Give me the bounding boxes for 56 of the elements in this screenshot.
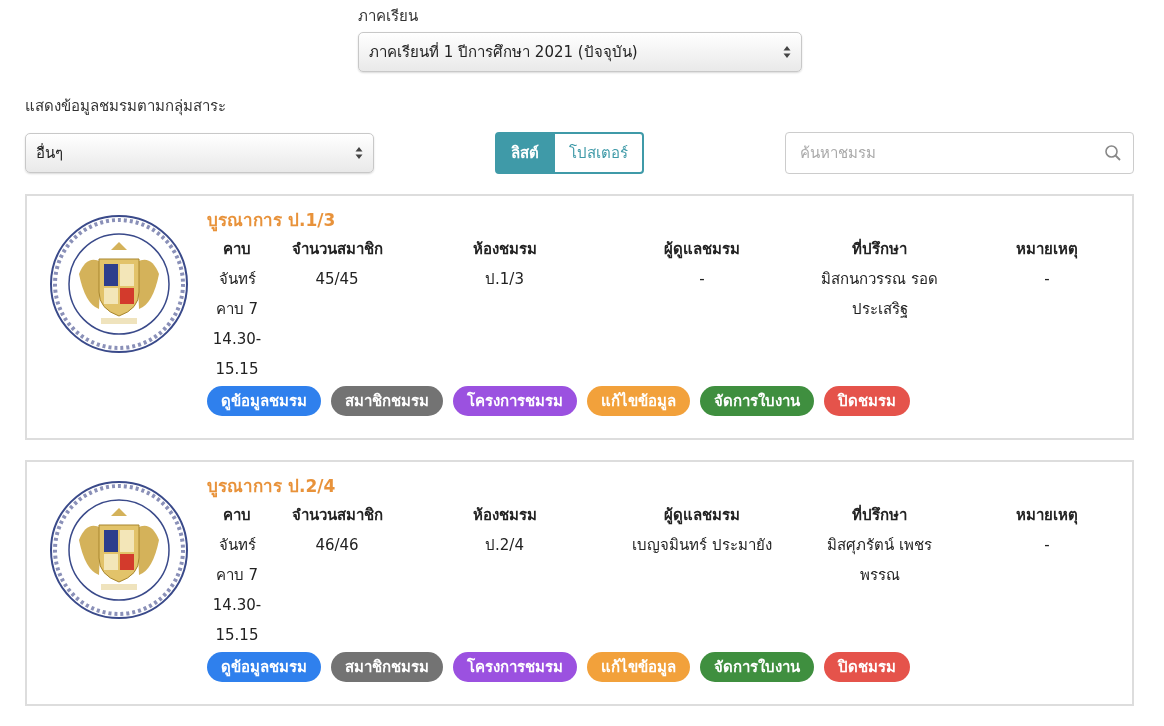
table-cell-text: - [1044, 535, 1050, 556]
action-button[interactable]: ปิดชมรม [824, 652, 910, 682]
action-button[interactable]: โครงการชมรม [453, 386, 577, 416]
table-cell-text: ป.2/4 [485, 535, 524, 556]
club-title: บูรณาการ ป.2/4 [207, 475, 337, 500]
column-header: หมายเหตุ [1016, 239, 1078, 261]
filter-label: แสดงข้อมูลชมรมตามกลุ่มสาระ [25, 96, 227, 118]
table-cell-text: มิสศุภรัตน์ เพชร [827, 535, 932, 557]
subject-group-select[interactable]: อื่นๆ [25, 133, 374, 173]
club-title: บูรณาการ ป.1/3 [207, 209, 337, 234]
table-cell-text: จันทร์ [218, 269, 256, 290]
action-button[interactable]: จัดการใบงาน [700, 652, 814, 682]
column-header: ผู้ดูแลชมรม [664, 239, 740, 261]
action-button[interactable]: จัดการใบงาน [700, 386, 814, 416]
table-cell-text: 14.30- [212, 595, 262, 616]
semester-label: ภาคเรียน [358, 6, 419, 27]
table-cell-text: - [699, 269, 705, 290]
table-cell-text: 46/46 [315, 535, 359, 556]
column-header: ที่ปรึกษา [852, 503, 907, 526]
search-field[interactable]: ค้นหาชมรม [785, 132, 1134, 174]
dropdown-caret-icon [783, 45, 791, 59]
column-header: ที่ปรึกษา [852, 237, 907, 260]
table-cell-text: 15.15 [215, 625, 259, 646]
table-cell-text: พรรณ [859, 565, 900, 586]
view-toggle-button[interactable]: ลิสต์ [495, 132, 555, 174]
action-button[interactable]: แก้ไขข้อมูล [587, 386, 690, 416]
table-cell-text: คาบ 7 [215, 299, 259, 320]
column-header: ผู้ดูแลชมรม [664, 505, 740, 527]
dropdown-caret-icon [355, 146, 363, 160]
table-cell-text: มิสกนกวรรณ รอด [821, 269, 938, 290]
table-cell-text: จันทร์ [218, 535, 256, 556]
table-cell-text: ประเสริฐ [851, 299, 908, 320]
column-header: ห้องชมรม [472, 239, 537, 260]
table-cell-text: - [1044, 269, 1050, 290]
column-header: คาบ [223, 239, 251, 260]
table-cell-text: เบญจมินทร์ ประมายัง [632, 535, 772, 556]
view-toggle-button[interactable]: โปสเตอร์ [555, 132, 644, 174]
table-cell-text: 15.15 [215, 359, 259, 380]
column-header: คาบ [223, 505, 251, 526]
action-button[interactable]: ปิดชมรม [824, 386, 910, 416]
column-header: ห้องชมรม [472, 505, 537, 526]
column-header: จำนวนสมาชิก [291, 505, 383, 526]
table-cell-text: 45/45 [315, 269, 359, 290]
search-icon [1104, 144, 1122, 162]
semester-select[interactable]: ภาคเรียนที่ 1 ปีการศึกษา 2021 (ปัจจุบัน) [358, 32, 802, 72]
action-button[interactable]: ดูข้อมูลชมรม [207, 386, 321, 416]
column-header: จำนวนสมาชิก [291, 239, 383, 260]
action-button[interactable]: สมาชิกชมรม [331, 652, 443, 682]
table-cell-text: 14.30- [212, 329, 262, 350]
column-header: หมายเหตุ [1016, 505, 1078, 527]
action-button[interactable]: ดูข้อมูลชมรม [207, 652, 321, 682]
action-button[interactable]: โครงการชมรม [453, 652, 577, 682]
action-button[interactable]: สมาชิกชมรม [331, 386, 443, 416]
table-cell-text: คาบ 7 [215, 565, 259, 586]
action-button[interactable]: แก้ไขข้อมูล [587, 652, 690, 682]
table-cell-text: ป.1/3 [485, 269, 524, 290]
